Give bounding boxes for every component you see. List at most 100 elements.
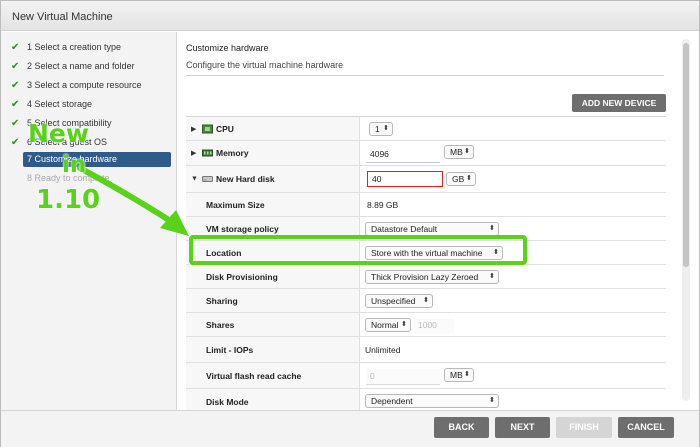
next-button[interactable]: NEXT [495, 417, 550, 438]
new-vm-dialog: New Virtual Machine ✔ 1 Select a creatio… [0, 0, 700, 447]
row-label-cell: ▼ New Hard disk [186, 166, 360, 192]
cpu-label: CPU [216, 123, 234, 134]
step-3[interactable]: ✔ 3 Select a compute resource [7, 78, 171, 93]
checkmark-icon: ✔ [11, 137, 20, 148]
step-2[interactable]: ✔ 2 Select a name and folder [7, 59, 171, 74]
max-size-label: Maximum Size [206, 199, 265, 210]
row-label-cell: Maximum Size [186, 193, 360, 216]
title-bar: New Virtual Machine [1, 1, 699, 31]
row-label-cell: Disk Provisioning [186, 265, 360, 288]
step-label: 4 Select storage [27, 99, 93, 109]
limit-iops-value: Unlimited [365, 345, 401, 355]
sharing-select[interactable]: Unspecified ⬍ [365, 294, 433, 308]
step-label: 3 Select a compute resource [27, 80, 142, 90]
shares-select[interactable]: Normal ⬍ [365, 318, 411, 332]
storage-policy-value: Datastore Default [371, 224, 438, 234]
step-7[interactable]: 7 Customize hardware [23, 152, 171, 167]
flash-unit-select[interactable]: MB ⬍ [444, 368, 474, 382]
disk-mode-select[interactable]: Dependent ⬍ [365, 394, 499, 408]
disk-unit: GB [452, 174, 465, 184]
window-title: New Virtual Machine [12, 11, 113, 23]
memory-unit-select[interactable]: MB ⬍ [444, 145, 474, 159]
wizard-steps: ✔ 1 Select a creation type ✔ 2 Select a … [1, 32, 177, 410]
memory-input[interactable]: 4096 [366, 147, 440, 163]
memory-unit: MB [450, 147, 463, 157]
hw-row-memory: ▶ Memory 4096 MB ⬍ [186, 141, 666, 166]
cpu-value: 1 [375, 124, 380, 134]
checkmark-icon: ✔ [11, 118, 20, 129]
cpu-icon [202, 124, 213, 133]
collapse-caret-icon[interactable]: ▼ [191, 176, 198, 183]
wizard-footer: BACK NEXT FINISH CANCEL [1, 410, 699, 447]
add-new-device-button[interactable]: ADD NEW DEVICE [572, 94, 666, 112]
step-1[interactable]: ✔ 1 Select a creation type [7, 40, 171, 55]
customize-hardware-panel: Customize hardware Configure the virtual… [178, 32, 699, 412]
row-label-cell: Sharing [186, 289, 360, 312]
row-label-cell: Shares [186, 313, 360, 336]
disk-mode-value: Dependent [371, 396, 413, 406]
cpu-select[interactable]: 1 ⬍ [369, 122, 393, 136]
flash-cache-label: Virtual flash read cache [206, 370, 302, 381]
scrollbar-thumb[interactable] [683, 43, 689, 267]
row-label-cell: Limit - IOPs [186, 337, 360, 362]
panel-subheading: Configure the virtual machine hardware [186, 60, 344, 70]
limit-iops-label: Limit - IOPs [206, 344, 254, 355]
row-label-cell: ▶ CPU [186, 117, 360, 140]
step-label: 1 Select a creation type [27, 42, 122, 52]
storage-policy-label: VM storage policy [206, 223, 279, 234]
hw-row-max-size: Maximum Size 8.89 GB [186, 193, 666, 217]
updown-arrow-icon: ⬍ [489, 225, 495, 232]
panel-heading: Customize hardware [186, 43, 269, 53]
vertical-scrollbar[interactable] [682, 39, 690, 401]
sharing-value: Unspecified [371, 296, 416, 306]
disk-mode-label: Disk Mode [206, 396, 249, 407]
hw-row-shares: Shares Normal ⬍ 1000 [186, 313, 666, 337]
flash-cache-input[interactable]: 0 [366, 369, 440, 385]
step-label: 2 Select a name and folder [27, 61, 135, 71]
finish-button: FINISH [556, 417, 612, 438]
checkmark-icon: ✔ [11, 99, 20, 110]
expand-caret-icon[interactable]: ▶ [191, 149, 196, 157]
annotation-version: 1.10 [36, 185, 101, 215]
storage-policy-select[interactable]: Datastore Default ⬍ [365, 222, 499, 236]
annotation-in: in [62, 152, 87, 178]
disk-provisioning-value: Thick Provision Lazy Zeroed [371, 272, 479, 282]
back-button[interactable]: BACK [434, 417, 489, 438]
updown-arrow-icon: ⬍ [466, 175, 472, 182]
disk-provisioning-select[interactable]: Thick Provision Lazy Zeroed ⬍ [365, 270, 499, 284]
row-label-cell: Virtual flash read cache [186, 363, 360, 388]
updown-arrow-icon: ⬍ [401, 321, 407, 328]
max-size-value: 8.89 GB [367, 200, 399, 210]
shares-label: Shares [206, 319, 235, 330]
cancel-button[interactable]: CANCEL [618, 417, 674, 438]
hw-row-disk-mode: Disk Mode Dependent ⬍ [186, 389, 666, 412]
disk-unit-select[interactable]: GB ⬍ [446, 172, 476, 186]
disk-size-input[interactable]: 40 [367, 171, 443, 187]
updown-arrow-icon: ⬍ [489, 397, 495, 404]
checkmark-icon: ✔ [11, 42, 20, 53]
hw-row-limit-iops: Limit - IOPs Unlimited [186, 337, 666, 363]
sharing-label: Sharing [206, 295, 238, 306]
hard-disk-label: New Hard disk [216, 174, 275, 184]
memory-label: Memory [216, 148, 249, 158]
hard-disk-icon [202, 176, 213, 182]
row-label-cell: ▶ Memory [186, 141, 360, 165]
updown-arrow-icon: ⬍ [464, 371, 470, 378]
updown-arrow-icon: ⬍ [464, 148, 470, 155]
disk-provisioning-label: Disk Provisioning [206, 271, 278, 282]
row-label-cell: Disk Mode [186, 389, 360, 412]
shares-number-input[interactable]: 1000 [414, 318, 454, 334]
hw-row-flash-cache: Virtual flash read cache 0 MB ⬍ [186, 363, 666, 389]
flash-unit: MB [450, 370, 463, 380]
hw-row-disk-provisioning: Disk Provisioning Thick Provision Lazy Z… [186, 265, 666, 289]
memory-icon [202, 149, 213, 157]
expand-caret-icon[interactable]: ▶ [191, 125, 196, 133]
step-4[interactable]: ✔ 4 Select storage [7, 97, 171, 112]
location-highlight-box [189, 235, 527, 265]
divider [186, 75, 664, 76]
updown-arrow-icon: ⬍ [383, 125, 389, 132]
updown-arrow-icon: ⬍ [423, 297, 429, 304]
hw-row-sharing: Sharing Unspecified ⬍ [186, 289, 666, 313]
shares-value: Normal [371, 320, 399, 330]
checkmark-icon: ✔ [11, 80, 20, 91]
